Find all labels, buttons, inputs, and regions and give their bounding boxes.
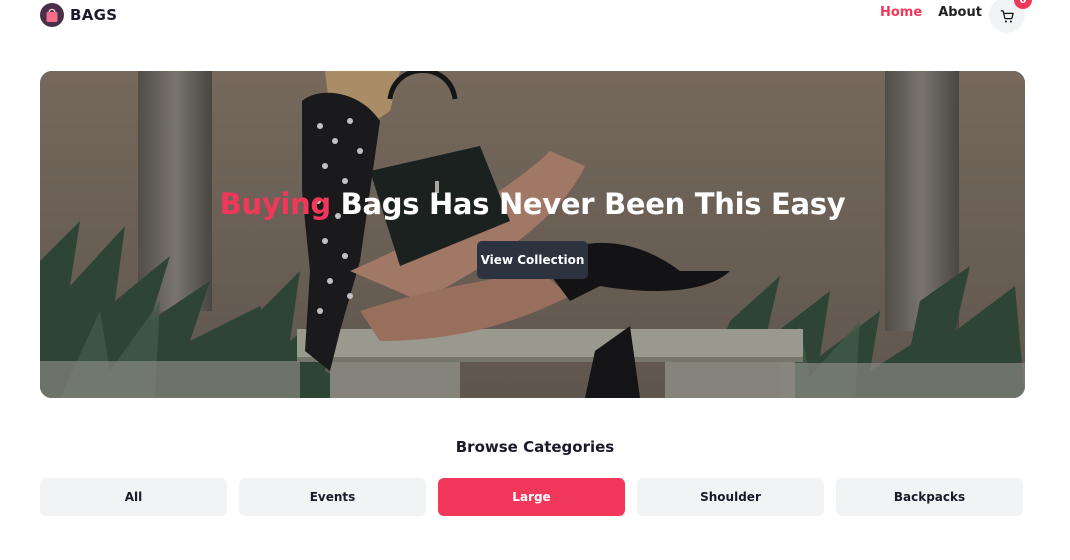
nav-link-about[interactable]: About — [938, 5, 982, 20]
nav-link-home[interactable]: Home — [880, 5, 922, 20]
hero-title-accent: Buying — [219, 187, 332, 221]
hero-title-rest: Bags Has Never Been This Easy — [330, 187, 846, 221]
cart-icon — [1000, 9, 1014, 22]
main-nav: Home About — [880, 5, 982, 20]
category-tab-events[interactable]: Events — [239, 478, 426, 516]
hero-title: Buying Bags Has Never Been This Easy — [40, 187, 1025, 221]
category-tab-all[interactable]: All — [40, 478, 227, 516]
category-tab-shoulder[interactable]: Shoulder — [637, 478, 824, 516]
hero-overlay — [40, 71, 1025, 398]
view-collection-button[interactable]: View Collection — [477, 241, 588, 279]
category-tab-backpacks[interactable]: Backpacks — [836, 478, 1023, 516]
brand-name: BAGS — [70, 6, 118, 24]
browse-categories-title: Browse Categories — [455, 438, 615, 456]
shopping-bag-icon — [40, 3, 64, 27]
category-filter-bar: All Events Large Shoulder Backpacks — [40, 478, 1023, 516]
brand-logo[interactable]: BAGS — [40, 3, 117, 27]
category-tab-large[interactable]: Large — [438, 478, 625, 516]
hero-banner: Buying Bags Has Never Been This Easy Vie… — [40, 71, 1025, 398]
